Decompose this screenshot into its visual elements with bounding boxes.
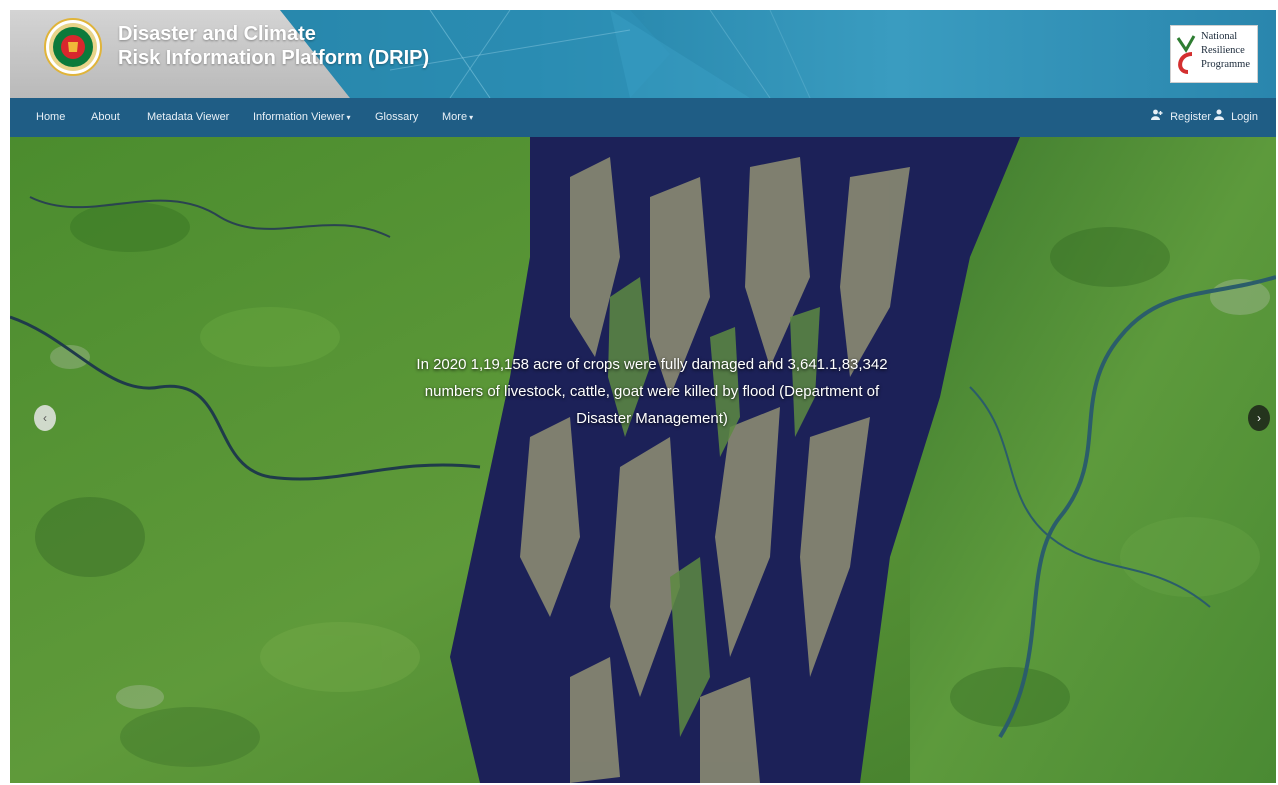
nav-glossary-label: Glossary	[375, 111, 419, 123]
nrp-mark-icon	[1176, 35, 1196, 74]
nav-home[interactable]: Home	[36, 98, 65, 137]
site-title-line1: Disaster and Climate	[118, 23, 316, 45]
nav-home-label: Home	[36, 111, 66, 123]
login-link[interactable]: Login	[1214, 98, 1258, 137]
main-nav: Home About Metadata Viewer Information V…	[10, 98, 1276, 137]
hero-caption-line2: numbers of livestock, cattle, goat were …	[424, 383, 880, 400]
nrp-text-line2: Resilience	[1201, 45, 1245, 56]
site-title-line2: Risk Information Platform (DRIP)	[118, 47, 430, 69]
chevron-left-icon: ‹	[43, 411, 47, 425]
register-link[interactable]: Register	[1151, 98, 1211, 137]
nav-more[interactable]: More ▾	[442, 98, 473, 137]
nrp-text-line1: National	[1201, 31, 1238, 42]
chevron-down-icon: ▾	[469, 113, 474, 122]
login-label: Login	[1231, 111, 1258, 123]
site-header: Disaster and Climate Risk Information Pl…	[10, 10, 1276, 98]
carousel-prev-button[interactable]: ‹	[34, 405, 56, 431]
register-label: Register	[1170, 111, 1212, 123]
add-user-icon	[1151, 109, 1166, 123]
nav-more-label: More	[442, 111, 468, 123]
national-resilience-programme-logo[interactable]: National Resilience Programme	[1170, 25, 1258, 83]
hero-caption-line1: In 2020 1,19,158 acre of crops were full…	[416, 356, 888, 373]
chevron-right-icon: ›	[1257, 411, 1261, 425]
hero-carousel: In 2020 1,19,158 acre of crops were full…	[10, 137, 1276, 783]
hero-caption-line3: Disaster Management)	[576, 410, 728, 427]
nrp-text-line3: Programme	[1201, 59, 1250, 70]
hero-caption: In 2020 1,19,158 acre of crops were full…	[382, 351, 922, 432]
nav-about[interactable]: About	[91, 98, 120, 137]
bangladesh-emblem-logo[interactable]	[44, 18, 102, 76]
nrp-text: National Resilience Programme	[1201, 30, 1250, 72]
page-frame: Disaster and Climate Risk Information Pl…	[10, 10, 1276, 783]
nav-metadata-viewer-label: Metadata Viewer	[147, 111, 230, 123]
nav-glossary[interactable]: Glossary	[375, 98, 418, 137]
nav-information-viewer-label: Information Viewer	[253, 111, 345, 123]
site-title[interactable]: Disaster and Climate Risk Information Pl…	[118, 22, 429, 70]
nav-metadata-viewer[interactable]: Metadata Viewer	[147, 98, 229, 137]
user-icon	[1214, 109, 1227, 123]
chevron-down-icon: ▾	[346, 113, 351, 122]
carousel-next-button[interactable]: ›	[1248, 405, 1270, 431]
satellite-river-image	[10, 137, 1276, 783]
nav-about-label: About	[91, 111, 120, 123]
nav-information-viewer[interactable]: Information Viewer ▾	[253, 98, 351, 137]
